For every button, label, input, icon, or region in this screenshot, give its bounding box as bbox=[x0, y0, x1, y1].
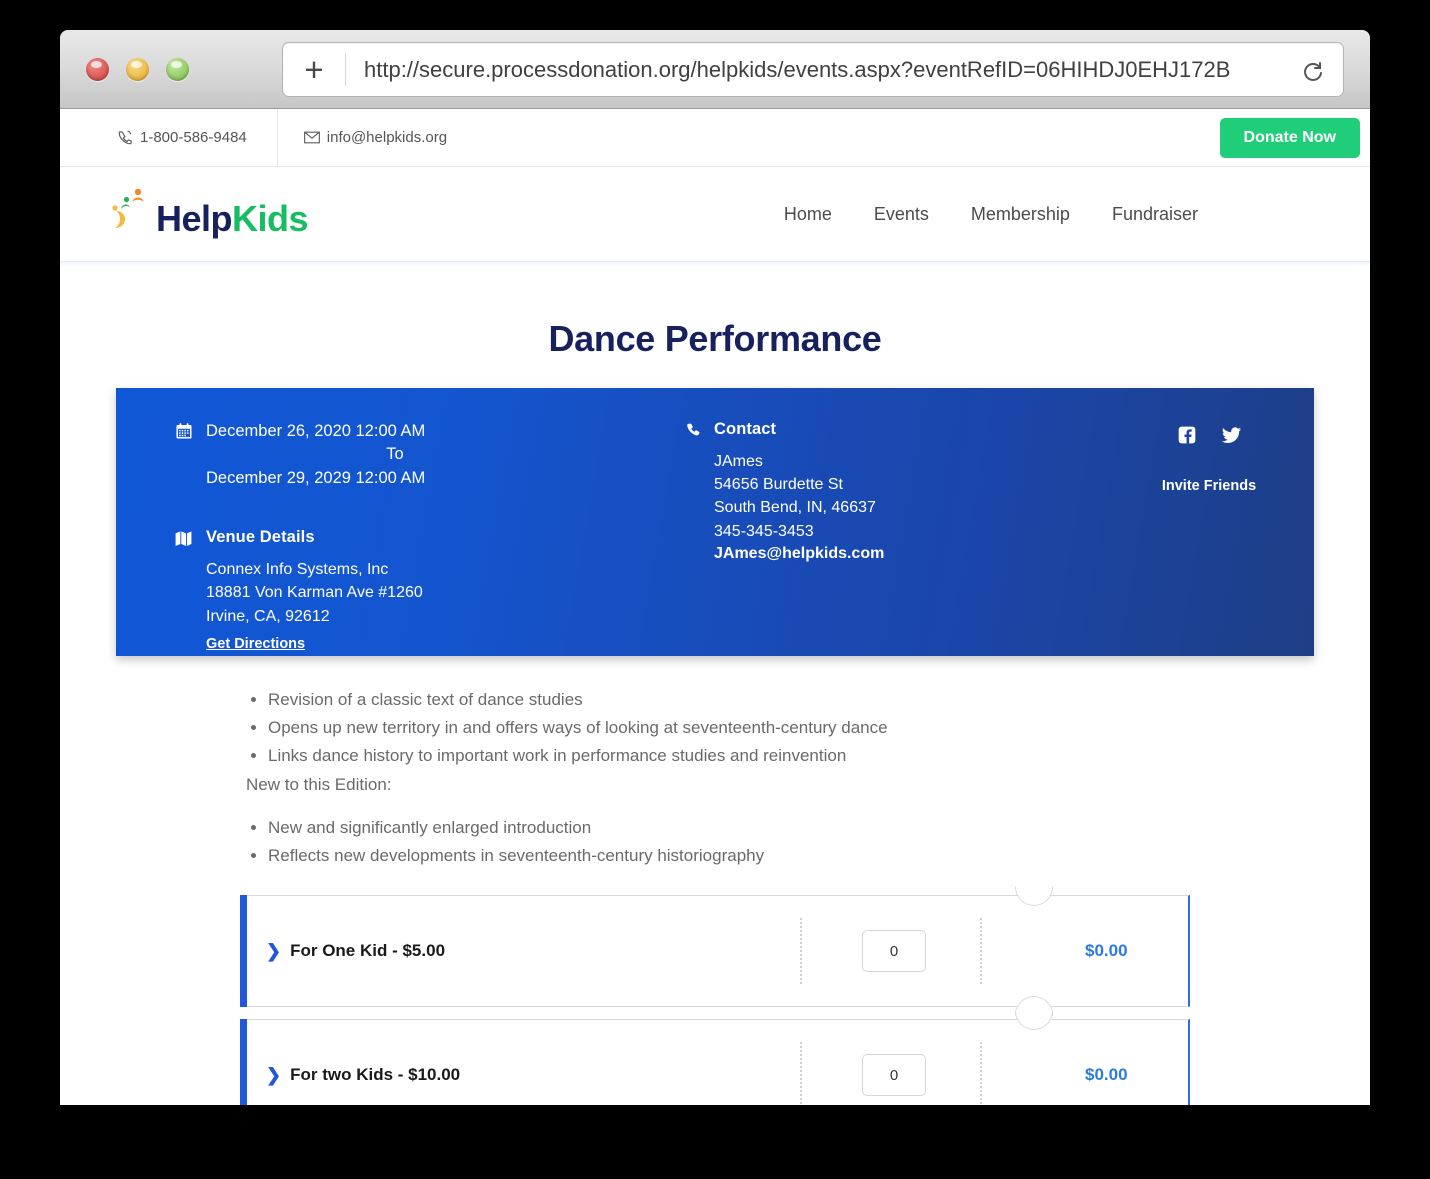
page-viewport: 1-800-586-9484 info@helpkids.org Donate … bbox=[60, 109, 1370, 1105]
donate-now-button[interactable]: Donate Now bbox=[1219, 118, 1360, 158]
ticket-divider-right bbox=[980, 1042, 982, 1105]
chevron-right-icon[interactable]: ❯ bbox=[266, 1066, 281, 1084]
ticket-list: ❯ For One Kid - $5.00 $0.00 ❯ For two Ki… bbox=[240, 886, 1190, 1105]
logo-text-kids: Kids bbox=[232, 198, 309, 239]
table-row[interactable]: ❯ For One Kid - $5.00 $0.00 bbox=[240, 886, 1190, 1017]
chevron-right-icon[interactable]: ❯ bbox=[266, 942, 281, 960]
event-contact-column: Contact JAmes 54656 Burdette St South Be… bbox=[674, 388, 1104, 656]
contact-line-3: South Bend, IN, 46637 bbox=[714, 499, 876, 517]
venue-line-2: 18881 Von Karman Ave #1260 bbox=[206, 584, 423, 602]
email-contact[interactable]: info@helpkids.org bbox=[278, 109, 471, 166]
list-item: Revision of a classic text of dance stud… bbox=[268, 686, 1314, 713]
venue-line-1: Connex Info Systems, Inc bbox=[206, 561, 389, 579]
quantity-stepper[interactable] bbox=[862, 930, 926, 973]
description-bullets-top: Revision of a classic text of dance stud… bbox=[246, 686, 1314, 770]
contact-line-1: JAmes bbox=[714, 453, 763, 470]
site-logo[interactable]: HelpKids bbox=[110, 188, 309, 240]
ticket-label: For One Kid - $5.00 bbox=[290, 941, 446, 961]
nav-item-events[interactable]: Events bbox=[874, 204, 929, 225]
description-note: New to this Edition: bbox=[246, 774, 392, 794]
maximize-window-button[interactable] bbox=[166, 57, 189, 81]
main-navigation: Home Events Membership Fundraiser bbox=[784, 204, 1198, 225]
map-icon bbox=[174, 529, 193, 548]
contact-heading: Contact bbox=[714, 420, 777, 438]
invite-friends-link[interactable]: Invite Friends bbox=[1104, 478, 1314, 494]
nav-item-home[interactable]: Home bbox=[784, 204, 832, 225]
ticket-divider-left bbox=[800, 918, 802, 985]
ticket-notch-top bbox=[1015, 886, 1053, 907]
event-date-separator: To bbox=[386, 445, 404, 464]
get-directions-link[interactable]: Get Directions bbox=[206, 636, 305, 652]
event-description: Revision of a classic text of dance stud… bbox=[116, 686, 1314, 869]
phone-contact[interactable]: 1-800-586-9484 bbox=[60, 109, 278, 166]
event-date-range: December 26, 2020 12:00 AM To December 2… bbox=[206, 420, 674, 490]
reload-icon[interactable] bbox=[1281, 58, 1343, 82]
event-social-column: Invite Friends bbox=[1104, 388, 1314, 656]
envelope-icon bbox=[303, 131, 320, 144]
address-bar[interactable]: + http://secure.processdonation.org/help… bbox=[282, 42, 1344, 97]
ticket-label-group: ❯ For two Kids - $10.00 bbox=[266, 1065, 806, 1085]
nav-item-fundraiser[interactable]: Fundraiser bbox=[1112, 204, 1198, 225]
event-schedule-column: December 26, 2020 12:00 AM To December 2… bbox=[116, 388, 674, 656]
event-date-start: December 26, 2020 12:00 AM bbox=[206, 422, 426, 440]
browser-window: + http://secure.processdonation.org/help… bbox=[60, 30, 1370, 1105]
new-tab-icon[interactable]: + bbox=[283, 53, 346, 86]
browser-chrome-bar: + http://secure.processdonation.org/help… bbox=[60, 30, 1370, 109]
utility-topbar: 1-800-586-9484 info@helpkids.org Donate … bbox=[60, 109, 1370, 167]
calendar-icon bbox=[174, 421, 193, 440]
screenshot-root: + http://secure.processdonation.org/help… bbox=[0, 0, 1430, 1179]
url-text[interactable]: http://secure.processdonation.org/helpki… bbox=[346, 57, 1281, 83]
ticket-divider-left bbox=[800, 1042, 802, 1105]
venue-details: Venue Details Connex Info Systems, Inc 1… bbox=[174, 528, 674, 653]
site-header: HelpKids Home Events Membership Fundrais… bbox=[60, 167, 1370, 262]
event-date-end: December 29, 2029 12:00 AM bbox=[206, 468, 426, 487]
ticket-divider-right bbox=[980, 918, 982, 985]
list-item: Reflects new developments in seventeenth… bbox=[268, 842, 1314, 869]
list-item: Opens up new territory in and offers way… bbox=[268, 714, 1314, 741]
email-address: info@helpkids.org bbox=[326, 129, 448, 146]
contact-email[interactable]: JAmes@helpkids.com bbox=[714, 545, 1104, 563]
nav-item-membership[interactable]: Membership bbox=[971, 204, 1070, 225]
description-bullets-bottom: New and significantly enlarged introduct… bbox=[246, 814, 1314, 869]
phone-handset-icon bbox=[684, 421, 703, 440]
phone-number: 1-800-586-9484 bbox=[140, 129, 247, 146]
phone-icon bbox=[118, 130, 133, 145]
contact-details: Contact JAmes 54656 Burdette St South Be… bbox=[684, 420, 1104, 563]
ticket-label: For two Kids - $10.00 bbox=[290, 1065, 461, 1085]
ticket-amount: $0.00 bbox=[1085, 1065, 1128, 1085]
venue-heading: Venue Details bbox=[206, 528, 315, 547]
ticket-accent-bar bbox=[240, 895, 247, 1008]
contact-line-2: 54656 Burdette St bbox=[714, 476, 843, 494]
contact-phone: 345-345-3453 bbox=[714, 522, 814, 540]
event-dates: December 26, 2020 12:00 AM To December 2… bbox=[174, 420, 674, 490]
ticket-amount: $0.00 bbox=[1085, 941, 1128, 961]
ticket-label-group: ❯ For One Kid - $5.00 bbox=[266, 941, 806, 961]
quantity-stepper[interactable] bbox=[862, 1054, 926, 1097]
header-divider bbox=[60, 262, 1370, 266]
twitter-icon[interactable] bbox=[1220, 424, 1242, 446]
ticket-accent-bar bbox=[240, 1019, 247, 1105]
logo-text: HelpKids bbox=[156, 198, 309, 239]
social-share-icons bbox=[1104, 424, 1314, 446]
facebook-icon[interactable] bbox=[1176, 424, 1198, 446]
table-row[interactable]: ❯ For two Kids - $10.00 $0.00 bbox=[240, 1010, 1190, 1105]
logo-figures-icon bbox=[110, 188, 154, 240]
list-item: Links dance history to important work in… bbox=[268, 742, 1314, 769]
window-controls bbox=[86, 57, 189, 81]
venue-line-3: Irvine, CA, 92612 bbox=[206, 607, 330, 625]
ticket-notch-top bbox=[1015, 1010, 1053, 1031]
list-item: New and significantly enlarged introduct… bbox=[268, 814, 1314, 841]
logo-text-help: Help bbox=[156, 198, 233, 239]
close-window-button[interactable] bbox=[86, 57, 109, 81]
page-title: Dance Performance bbox=[548, 318, 882, 359]
event-info-panel: December 26, 2020 12:00 AM To December 2… bbox=[116, 388, 1314, 656]
minimize-window-button[interactable] bbox=[126, 57, 149, 81]
